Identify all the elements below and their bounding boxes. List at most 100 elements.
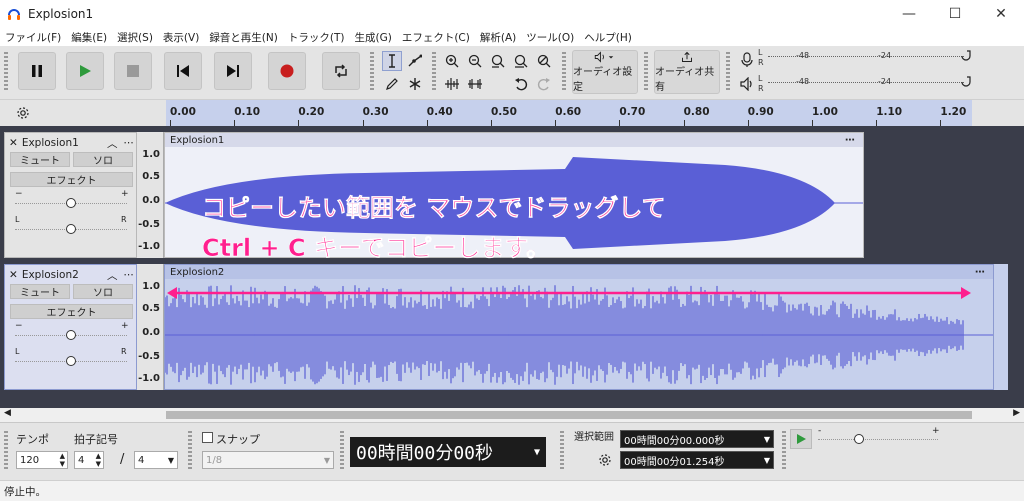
timeline-ruler[interactable]: 0.00 0.10 0.20 0.30 0.40 0.50 0.60 0.70 0.80 0.90… xyxy=(166,100,1024,126)
solo-button[interactable]: ソロ xyxy=(73,152,133,167)
speaker-icon[interactable] xyxy=(740,77,756,91)
skip-to-start-button[interactable] xyxy=(164,52,202,90)
undo-button[interactable] xyxy=(511,74,531,94)
mute-button[interactable]: ミュート xyxy=(10,152,70,167)
fit-selection-button[interactable] xyxy=(488,51,508,71)
scroll-left-icon[interactable]: ◀ xyxy=(4,408,11,418)
clip-menu-icon[interactable]: ⋯ xyxy=(845,135,855,146)
pause-button[interactable] xyxy=(18,52,56,90)
waveform-lane[interactable]: Explosion2 ⋯ xyxy=(164,264,1008,390)
gear-icon[interactable] xyxy=(16,106,30,120)
loop-button[interactable] xyxy=(322,52,360,90)
spinner-icon[interactable]: ▲ ▼ xyxy=(96,452,103,468)
toolbar-grip[interactable] xyxy=(4,52,8,92)
maximize-button[interactable]: ☐ xyxy=(932,0,978,28)
clip-menu-icon[interactable]: ⋯ xyxy=(975,267,985,278)
mute-button[interactable]: ミュート xyxy=(10,284,70,299)
gain-slider[interactable] xyxy=(15,197,127,209)
toolbar-grip[interactable] xyxy=(432,52,436,92)
snap-checkbox[interactable] xyxy=(202,432,213,443)
zoom-in-button[interactable] xyxy=(442,51,462,71)
solo-button[interactable]: ソロ xyxy=(73,284,133,299)
zoom-toggle-button[interactable] xyxy=(534,51,554,71)
time-display[interactable]: 00時間00分00秒 ▼ xyxy=(350,437,546,467)
zoom-out-button[interactable] xyxy=(465,51,485,71)
toolbar-grip[interactable] xyxy=(782,431,786,471)
menu-transport[interactable]: 録音と再生(N) xyxy=(204,30,283,45)
track-menu-icon[interactable]: ⋯ xyxy=(124,269,135,281)
redo-button[interactable] xyxy=(534,74,554,94)
audio-clip[interactable]: Explosion2 ⋯ xyxy=(164,264,994,390)
track-name[interactable]: Explosion2 xyxy=(22,269,79,281)
clip-header[interactable]: Explosion1 ⋯ xyxy=(165,133,863,147)
audio-setup-button[interactable]: オーディオ設定 xyxy=(572,50,638,94)
scroll-right-icon[interactable]: ▶ xyxy=(1013,408,1020,418)
scrollbar-thumb[interactable] xyxy=(166,411,972,419)
menu-generate[interactable]: 生成(G) xyxy=(349,30,396,45)
menu-help[interactable]: ヘルプ(H) xyxy=(579,30,637,45)
menu-tracks[interactable]: トラック(T) xyxy=(283,30,350,45)
selection-settings-button[interactable] xyxy=(596,451,614,469)
selection-tool[interactable] xyxy=(382,51,402,71)
toolbar-grip[interactable] xyxy=(726,52,730,92)
menu-edit[interactable]: 編集(E) xyxy=(66,30,112,45)
pan-slider[interactable] xyxy=(15,355,127,367)
snap-dropdown[interactable]: 1/8 ▼ xyxy=(202,451,334,469)
track-explosion2: ✕ Explosion2 ︿ ⋯ ミュート ソロ エフェクト − + L R 1… xyxy=(4,264,1008,390)
playback-meter[interactable]: L R -48 -24 xyxy=(758,74,976,94)
selection-end-time[interactable]: 00時間00分01.254秒 ▼ xyxy=(620,451,774,469)
audio-share-button[interactable]: オーディオ共有 xyxy=(654,50,720,94)
toolbar-grip[interactable] xyxy=(340,431,344,471)
multi-tool[interactable] xyxy=(405,74,425,94)
menu-select[interactable]: 選択(S) xyxy=(112,30,158,45)
close-button[interactable]: ✕ xyxy=(978,0,1024,28)
time-signature-denominator[interactable]: 4 ▼ xyxy=(134,451,178,469)
play-speed-slider[interactable] xyxy=(818,433,938,445)
track-menu-icon[interactable]: ⋯ xyxy=(124,137,135,149)
amplitude-scale[interactable]: 1.0 0.5 0.0 -0.5 -1.0 xyxy=(137,132,164,258)
selection-start-time[interactable]: 00時間00分00.000秒 ▼ xyxy=(620,430,774,448)
collapse-icon[interactable]: ︿ xyxy=(107,268,118,283)
toolbar-grip[interactable] xyxy=(560,431,564,471)
close-track-icon[interactable]: ✕ xyxy=(9,137,18,149)
tempo-input[interactable]: 120 ▲ ▼ xyxy=(16,451,68,469)
toolbar-grip[interactable] xyxy=(4,431,8,471)
menu-effect[interactable]: エフェクト(C) xyxy=(397,30,475,45)
gain-slider[interactable] xyxy=(15,329,127,341)
play-button[interactable] xyxy=(66,52,104,90)
silence-button[interactable] xyxy=(465,74,485,94)
fit-project-button[interactable] xyxy=(511,51,531,71)
menu-view[interactable]: 表示(V) xyxy=(158,30,204,45)
toolbar-grip[interactable] xyxy=(188,431,192,471)
stop-button[interactable] xyxy=(114,52,152,90)
pan-slider[interactable] xyxy=(15,223,127,235)
draw-tool[interactable] xyxy=(382,74,402,94)
menu-analyze[interactable]: 解析(A) xyxy=(475,30,521,45)
close-track-icon[interactable]: ✕ xyxy=(9,269,18,281)
record-meter[interactable]: L R -48 -24 xyxy=(758,48,976,68)
meter-slider-icon[interactable] xyxy=(960,76,972,90)
spinner-icon[interactable]: ▲ ▼ xyxy=(60,452,67,468)
horizontal-scrollbar[interactable]: ◀ ▶ xyxy=(0,408,1024,422)
effects-button[interactable]: エフェクト xyxy=(10,172,133,187)
skip-to-end-button[interactable] xyxy=(214,52,252,90)
trim-button[interactable] xyxy=(442,74,462,94)
toolbar-grip[interactable] xyxy=(562,52,566,92)
track-name[interactable]: Explosion1 xyxy=(22,137,79,149)
minimize-button[interactable]: — xyxy=(886,0,932,28)
effects-button[interactable]: エフェクト xyxy=(10,304,133,319)
menu-file[interactable]: ファイル(F) xyxy=(0,30,66,45)
toolbar-grip[interactable] xyxy=(370,52,374,92)
play-at-speed-button[interactable] xyxy=(790,429,812,449)
microphone-icon[interactable] xyxy=(740,52,754,68)
clip-header[interactable]: Explosion2 ⋯ xyxy=(165,265,993,279)
toolbar-grip[interactable] xyxy=(644,52,648,92)
time-signature-numerator[interactable]: 4 ▲ ▼ xyxy=(74,451,104,469)
meter-slider-icon[interactable] xyxy=(960,50,972,64)
amplitude-scale[interactable]: 1.0 0.5 0.0 -0.5 -1.0 xyxy=(137,264,164,390)
zoom-in-icon xyxy=(445,54,459,68)
collapse-icon[interactable]: ︿ xyxy=(107,136,118,151)
record-button[interactable] xyxy=(268,52,306,90)
menu-tools[interactable]: ツール(O) xyxy=(521,30,579,45)
envelope-tool[interactable] xyxy=(405,51,425,71)
